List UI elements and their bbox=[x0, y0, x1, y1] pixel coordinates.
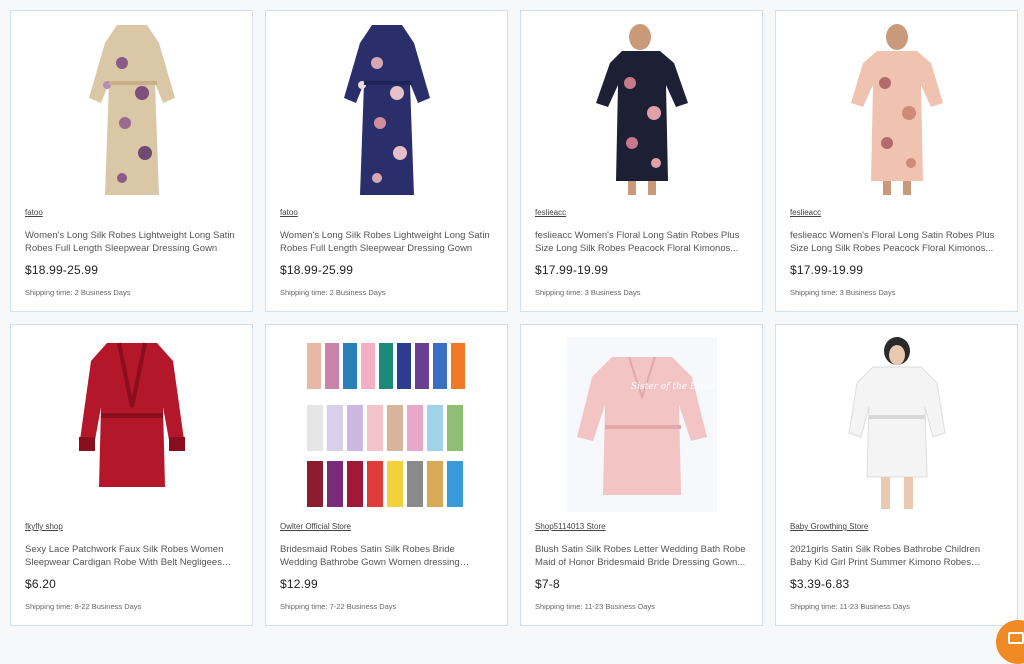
product-card[interactable]: fkyfly shop Sexy Lace Patchwork Faux Sil… bbox=[10, 324, 253, 626]
product-price: $17.99-19.99 bbox=[790, 263, 864, 277]
store-link[interactable]: Baby Growthing Store bbox=[790, 522, 868, 531]
product-image[interactable] bbox=[266, 11, 507, 203]
product-card[interactable]: fatoo Women's Long Silk Robes Lightweigh… bbox=[10, 10, 253, 312]
product-grid: fatoo Women's Long Silk Robes Lightweigh… bbox=[10, 10, 1018, 626]
product-card[interactable]: Owlter Official Store Bridesmaid Robes S… bbox=[265, 324, 508, 626]
shipping-time: Shipping time: 2 Business Days bbox=[280, 288, 386, 297]
product-image[interactable] bbox=[11, 11, 252, 203]
shipping-time: Shipping time: 11-23 Business Days bbox=[535, 602, 655, 611]
product-price: $12.99 bbox=[280, 577, 318, 591]
product-title[interactable]: Women's Long Silk Robes Lightweight Long… bbox=[280, 229, 492, 255]
product-price: $6.20 bbox=[25, 577, 57, 591]
shipping-time: Shipping time: 3 Business Days bbox=[535, 288, 641, 297]
product-title[interactable]: 2021girls Satin Silk Robes Bathrobe Chil… bbox=[790, 543, 1002, 569]
product-image[interactable] bbox=[776, 11, 1017, 203]
shipping-time: Shipping time: 2 Business Days bbox=[25, 288, 131, 297]
shipping-time: Shipping time: 7-22 Business Days bbox=[280, 602, 397, 611]
store-link[interactable]: Owlter Official Store bbox=[280, 522, 351, 531]
shipping-time: Shipping time: 3 Business Days bbox=[790, 288, 896, 297]
product-title[interactable]: Women's Long Silk Robes Lightweight Long… bbox=[25, 229, 237, 255]
product-image[interactable] bbox=[776, 325, 1017, 517]
product-price: $17.99-19.99 bbox=[535, 263, 609, 277]
product-price: $3.39-6.83 bbox=[790, 577, 850, 591]
chat-button[interactable] bbox=[996, 620, 1024, 664]
shipping-time: Shipping time: 8-22 Business Days bbox=[25, 602, 142, 611]
product-image[interactable] bbox=[521, 11, 762, 203]
product-card[interactable]: Sister of the Bride Shop5114013 Store Bl… bbox=[520, 324, 763, 626]
shipping-time: Shipping time: 11-23 Business Days bbox=[790, 602, 910, 611]
store-link[interactable]: feslieacc bbox=[535, 208, 566, 217]
svg-text:Sister of the Bride: Sister of the Bride bbox=[631, 382, 715, 392]
product-price: $7-8 bbox=[535, 577, 560, 591]
product-title[interactable]: Blush Satin Silk Robes Letter Wedding Ba… bbox=[535, 543, 747, 569]
product-title[interactable]: feslieacc Women's Floral Long Satin Robe… bbox=[535, 229, 747, 255]
store-link[interactable]: fkyfly shop bbox=[25, 522, 63, 531]
store-link[interactable]: fatoo bbox=[280, 208, 298, 217]
product-card[interactable]: Baby Growthing Store 2021girls Satin Sil… bbox=[775, 324, 1018, 626]
product-title[interactable]: feslieacc Women's Floral Long Satin Robe… bbox=[790, 229, 1002, 255]
product-title[interactable]: Bridesmaid Robes Satin Silk Robes Bride … bbox=[280, 543, 492, 569]
store-link[interactable]: Shop5114013 Store bbox=[535, 522, 606, 531]
product-card[interactable]: feslieacc feslieacc Women's Floral Long … bbox=[520, 10, 763, 312]
store-link[interactable]: feslieacc bbox=[790, 208, 821, 217]
product-image[interactable] bbox=[266, 325, 507, 517]
chat-icon bbox=[1008, 632, 1024, 644]
product-card[interactable]: feslieacc feslieacc Women's Floral Long … bbox=[775, 10, 1018, 312]
product-image[interactable] bbox=[11, 325, 252, 517]
product-title[interactable]: Sexy Lace Patchwork Faux Silk Robes Wome… bbox=[25, 543, 237, 569]
product-price: $18.99-25.99 bbox=[25, 263, 99, 277]
product-price: $18.99-25.99 bbox=[280, 263, 354, 277]
store-link[interactable]: fatoo bbox=[25, 208, 43, 217]
product-image[interactable]: Sister of the Bride bbox=[521, 325, 762, 517]
product-card[interactable]: fatoo Women's Long Silk Robes Lightweigh… bbox=[265, 10, 508, 312]
